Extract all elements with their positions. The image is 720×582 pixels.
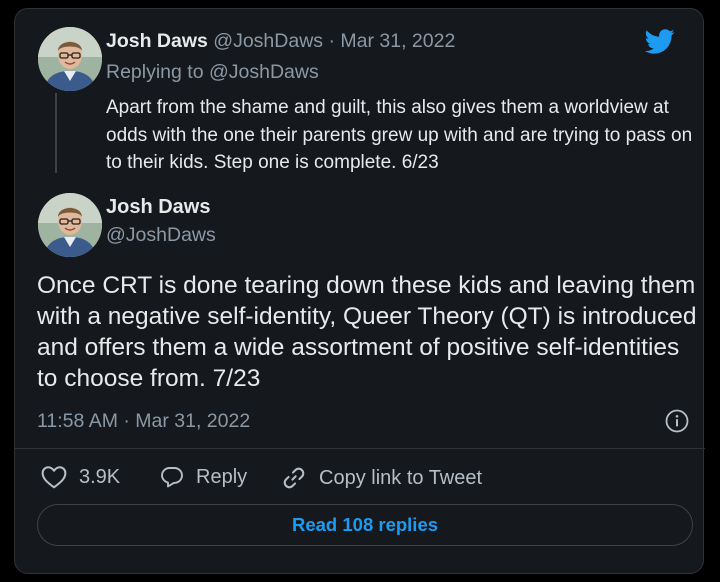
replying-to-handle[interactable]: @JoshDaws xyxy=(209,61,319,83)
tweet2-timestamp[interactable]: 11:58 AM · Mar 31, 2022 xyxy=(37,410,250,433)
reply-label: Reply xyxy=(196,465,248,488)
reply-bubble-icon xyxy=(161,467,183,488)
tweet2-text: Once CRT is done tearing down these kids… xyxy=(37,272,697,392)
replying-to-label: Replying to xyxy=(106,61,209,83)
twitter-bird-icon[interactable] xyxy=(643,26,677,56)
tweet1-header: Josh Daws @JoshDaws · Mar 31, 2022 xyxy=(106,30,455,53)
tweet1-author-name[interactable]: Josh Daws xyxy=(106,30,208,52)
link-icon xyxy=(283,467,305,489)
read-replies-button[interactable]: Read 108 replies xyxy=(37,504,693,546)
thread-connector-line xyxy=(55,93,57,173)
tweet1-author-handle[interactable]: @JoshDaws xyxy=(213,30,323,52)
avatar[interactable] xyxy=(38,193,102,257)
heart-icon xyxy=(41,466,67,489)
divider xyxy=(15,448,705,449)
reply-button[interactable]: Reply xyxy=(160,465,247,489)
tweet1-date[interactable]: Mar 31, 2022 xyxy=(340,30,455,52)
like-count: 3.9K xyxy=(79,465,121,488)
info-icon[interactable] xyxy=(665,409,689,433)
like-button[interactable]: 3.9K xyxy=(41,465,120,489)
tweet2-author-name[interactable]: Josh Daws xyxy=(106,196,210,219)
tweet1-replying-to: Replying to @JoshDaws xyxy=(106,61,319,84)
tweet2-author-handle[interactable]: @JoshDaws xyxy=(106,224,216,247)
copy-link-label: Copy link to Tweet xyxy=(319,466,483,489)
tweet1-text: Apart from the shame and guilt, this als… xyxy=(106,97,693,173)
tweet1-separator: · xyxy=(323,30,341,52)
copy-link-button[interactable]: Copy link to Tweet xyxy=(281,465,482,491)
avatar[interactable] xyxy=(38,27,102,91)
